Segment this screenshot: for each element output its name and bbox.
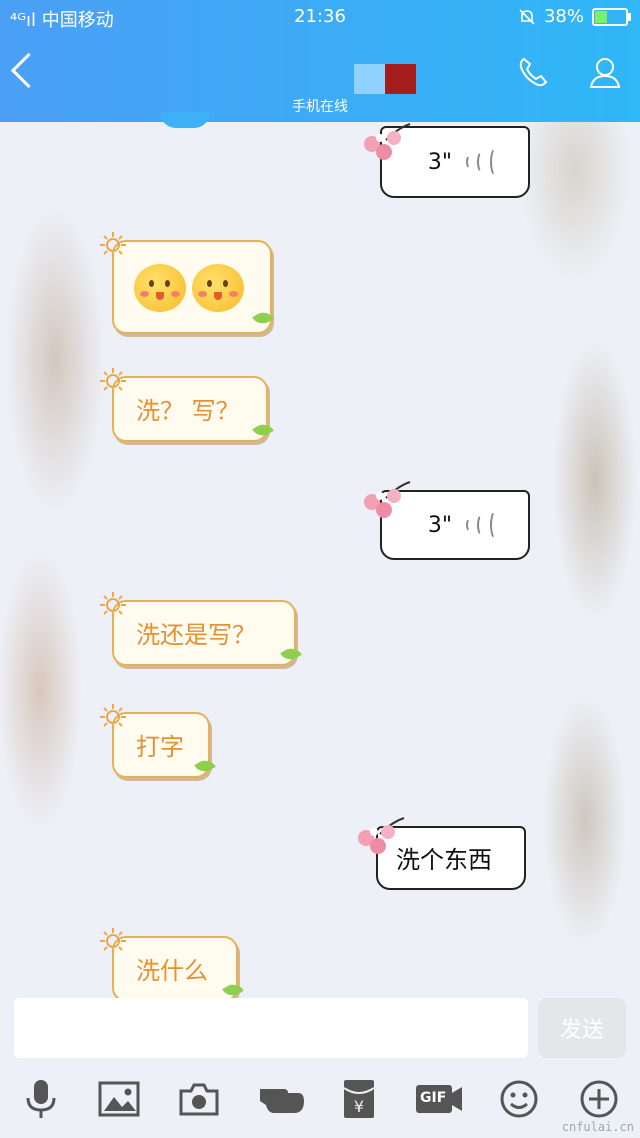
sun-decoration-icon	[100, 704, 126, 730]
flower-decoration-icon	[364, 123, 411, 160]
image-icon	[98, 1081, 140, 1117]
red-packet-button[interactable]: ¥	[338, 1078, 380, 1120]
blush-emoji-icon	[192, 264, 244, 312]
message-input[interactable]	[14, 998, 528, 1058]
voice-wave-icon	[466, 510, 502, 540]
sun-decoration-icon	[100, 232, 126, 258]
gif-button[interactable]: GIF	[414, 1078, 464, 1120]
image-button[interactable]	[98, 1078, 140, 1120]
sun-decoration-icon	[100, 928, 126, 954]
emoji-button[interactable]	[498, 1078, 540, 1120]
back-button[interactable]	[10, 52, 47, 89]
mute-bell-icon	[519, 8, 535, 25]
poke-button[interactable]	[258, 1078, 306, 1120]
red-envelope-icon: ¥	[343, 1080, 375, 1118]
status-bar: ⁴ᴳıl 中国移动 21:36 38%	[0, 6, 640, 31]
chat-background	[0, 0, 640, 1138]
phone-call-icon[interactable]	[516, 55, 550, 89]
chat-header: ⁴ᴳıl 中国移动 21:36 38% 手机在线	[0, 0, 640, 128]
voice-input-button[interactable]	[20, 1078, 62, 1120]
voice-wave-icon	[466, 147, 502, 177]
microphone-icon	[26, 1080, 56, 1118]
voice-duration: 3"	[427, 149, 452, 175]
online-status: 手机在线	[292, 99, 348, 115]
svg-text:¥: ¥	[354, 1097, 364, 1116]
profile-icon[interactable]	[588, 55, 622, 89]
flower-decoration-icon	[364, 481, 411, 518]
battery-percent: 38%	[543, 6, 584, 27]
send-button[interactable]: 发送	[538, 998, 626, 1058]
smiley-icon	[500, 1080, 538, 1118]
blush-emoji-icon	[134, 264, 186, 312]
voice-duration: 3"	[427, 512, 452, 538]
camera-icon	[179, 1083, 219, 1116]
watermark: cnfulai.cn	[561, 1120, 634, 1134]
sun-decoration-icon	[100, 592, 126, 618]
gif-label: GIF	[420, 1090, 447, 1106]
input-toolbar: ¥ GIF	[0, 1068, 640, 1138]
sun-decoration-icon	[100, 368, 126, 394]
more-button[interactable]	[578, 1078, 620, 1120]
battery-icon	[592, 7, 631, 26]
flower-decoration-icon	[358, 817, 405, 854]
plus-circle-icon	[580, 1080, 618, 1118]
contact-name-redacted	[354, 64, 416, 94]
pointing-hand-icon	[260, 1089, 304, 1113]
camera-button[interactable]	[178, 1078, 220, 1120]
